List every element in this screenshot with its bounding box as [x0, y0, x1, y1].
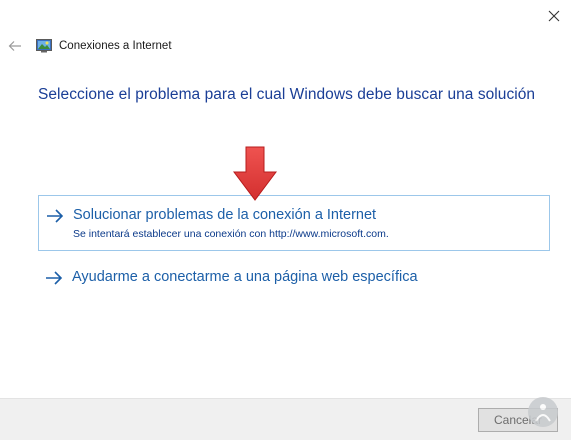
close-icon [548, 10, 559, 22]
arrow-right-icon [47, 209, 64, 223]
annotation-arrow-icon [233, 146, 277, 201]
option-title: Solucionar problemas de la conexión a In… [73, 207, 377, 223]
arrow-right-icon [46, 271, 63, 285]
window-title-bar: Conexiones a Internet [36, 36, 172, 56]
troubleshooter-window: Conexiones a Internet Seleccione el prob… [0, 0, 571, 440]
network-connections-icon [36, 39, 52, 53]
option-description: Se intentará establecer una conexión con… [73, 228, 389, 240]
option-title: Ayudarme a conectarme a una página web e… [72, 269, 418, 285]
back-button[interactable] [4, 35, 26, 57]
back-arrow-icon [8, 41, 21, 51]
watermark-logo-icon [528, 397, 558, 427]
option-connect-to-webpage[interactable]: Ayudarme a conectarme a una página web e… [38, 263, 550, 293]
window-title: Conexiones a Internet [59, 40, 172, 52]
option-troubleshoot-internet[interactable]: Solucionar problemas de la conexión a In… [38, 195, 550, 251]
page-heading: Seleccione el problema para el cual Wind… [38, 86, 536, 103]
close-button[interactable] [536, 0, 571, 32]
